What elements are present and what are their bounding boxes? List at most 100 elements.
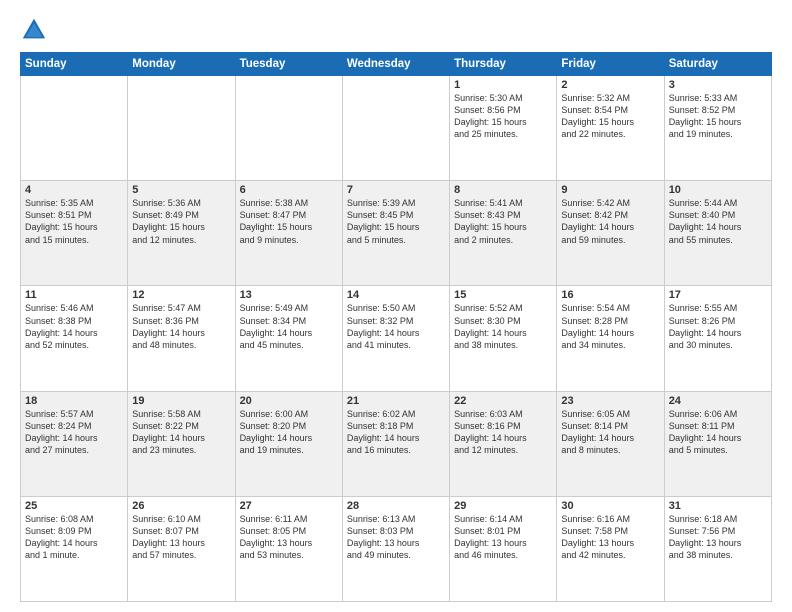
calendar-week-row: 18Sunrise: 5:57 AM Sunset: 8:24 PM Dayli… [21, 391, 772, 496]
day-number: 11 [25, 289, 123, 301]
day-info: Sunrise: 5:33 AM Sunset: 8:52 PM Dayligh… [669, 92, 767, 141]
calendar-cell: 26Sunrise: 6:10 AM Sunset: 8:07 PM Dayli… [128, 496, 235, 601]
day-info: Sunrise: 5:47 AM Sunset: 8:36 PM Dayligh… [132, 302, 230, 351]
calendar-cell [342, 76, 449, 181]
day-info: Sunrise: 5:58 AM Sunset: 8:22 PM Dayligh… [132, 408, 230, 457]
day-info: Sunrise: 5:54 AM Sunset: 8:28 PM Dayligh… [561, 302, 659, 351]
day-info: Sunrise: 5:57 AM Sunset: 8:24 PM Dayligh… [25, 408, 123, 457]
calendar-cell [21, 76, 128, 181]
calendar-cell: 13Sunrise: 5:49 AM Sunset: 8:34 PM Dayli… [235, 286, 342, 391]
calendar-cell: 15Sunrise: 5:52 AM Sunset: 8:30 PM Dayli… [450, 286, 557, 391]
day-number: 16 [561, 289, 659, 301]
day-number: 12 [132, 289, 230, 301]
calendar-cell: 29Sunrise: 6:14 AM Sunset: 8:01 PM Dayli… [450, 496, 557, 601]
calendar-cell: 24Sunrise: 6:06 AM Sunset: 8:11 PM Dayli… [664, 391, 771, 496]
day-number: 27 [240, 500, 338, 512]
day-number: 1 [454, 79, 552, 91]
day-number: 6 [240, 184, 338, 196]
calendar-header-row: SundayMondayTuesdayWednesdayThursdayFrid… [21, 53, 772, 76]
calendar-header-sunday: Sunday [21, 53, 128, 76]
day-number: 15 [454, 289, 552, 301]
calendar-cell: 22Sunrise: 6:03 AM Sunset: 8:16 PM Dayli… [450, 391, 557, 496]
calendar-header-thursday: Thursday [450, 53, 557, 76]
day-info: Sunrise: 6:18 AM Sunset: 7:56 PM Dayligh… [669, 513, 767, 562]
day-number: 3 [669, 79, 767, 91]
calendar-cell: 6Sunrise: 5:38 AM Sunset: 8:47 PM Daylig… [235, 181, 342, 286]
calendar-week-row: 11Sunrise: 5:46 AM Sunset: 8:38 PM Dayli… [21, 286, 772, 391]
day-number: 4 [25, 184, 123, 196]
calendar-cell: 23Sunrise: 6:05 AM Sunset: 8:14 PM Dayli… [557, 391, 664, 496]
day-number: 13 [240, 289, 338, 301]
day-info: Sunrise: 5:39 AM Sunset: 8:45 PM Dayligh… [347, 197, 445, 246]
day-number: 29 [454, 500, 552, 512]
day-info: Sunrise: 6:10 AM Sunset: 8:07 PM Dayligh… [132, 513, 230, 562]
calendar-cell: 2Sunrise: 5:32 AM Sunset: 8:54 PM Daylig… [557, 76, 664, 181]
day-info: Sunrise: 6:11 AM Sunset: 8:05 PM Dayligh… [240, 513, 338, 562]
day-number: 8 [454, 184, 552, 196]
day-number: 23 [561, 395, 659, 407]
calendar-week-row: 25Sunrise: 6:08 AM Sunset: 8:09 PM Dayli… [21, 496, 772, 601]
calendar-cell: 12Sunrise: 5:47 AM Sunset: 8:36 PM Dayli… [128, 286, 235, 391]
calendar-cell: 16Sunrise: 5:54 AM Sunset: 8:28 PM Dayli… [557, 286, 664, 391]
calendar-cell: 28Sunrise: 6:13 AM Sunset: 8:03 PM Dayli… [342, 496, 449, 601]
calendar-cell: 4Sunrise: 5:35 AM Sunset: 8:51 PM Daylig… [21, 181, 128, 286]
calendar-cell: 31Sunrise: 6:18 AM Sunset: 7:56 PM Dayli… [664, 496, 771, 601]
day-info: Sunrise: 5:49 AM Sunset: 8:34 PM Dayligh… [240, 302, 338, 351]
calendar-week-row: 4Sunrise: 5:35 AM Sunset: 8:51 PM Daylig… [21, 181, 772, 286]
calendar-cell [128, 76, 235, 181]
day-info: Sunrise: 5:42 AM Sunset: 8:42 PM Dayligh… [561, 197, 659, 246]
page: SundayMondayTuesdayWednesdayThursdayFrid… [0, 0, 792, 612]
calendar-cell: 20Sunrise: 6:00 AM Sunset: 8:20 PM Dayli… [235, 391, 342, 496]
day-number: 26 [132, 500, 230, 512]
day-number: 31 [669, 500, 767, 512]
day-info: Sunrise: 5:52 AM Sunset: 8:30 PM Dayligh… [454, 302, 552, 351]
calendar-cell [235, 76, 342, 181]
calendar-cell: 21Sunrise: 6:02 AM Sunset: 8:18 PM Dayli… [342, 391, 449, 496]
day-number: 24 [669, 395, 767, 407]
day-number: 9 [561, 184, 659, 196]
day-number: 14 [347, 289, 445, 301]
calendar-cell: 9Sunrise: 5:42 AM Sunset: 8:42 PM Daylig… [557, 181, 664, 286]
day-info: Sunrise: 5:32 AM Sunset: 8:54 PM Dayligh… [561, 92, 659, 141]
day-number: 22 [454, 395, 552, 407]
calendar-week-row: 1Sunrise: 5:30 AM Sunset: 8:56 PM Daylig… [21, 76, 772, 181]
day-number: 20 [240, 395, 338, 407]
header [20, 16, 772, 44]
day-info: Sunrise: 5:44 AM Sunset: 8:40 PM Dayligh… [669, 197, 767, 246]
calendar-cell: 10Sunrise: 5:44 AM Sunset: 8:40 PM Dayli… [664, 181, 771, 286]
day-number: 18 [25, 395, 123, 407]
calendar-header-tuesday: Tuesday [235, 53, 342, 76]
calendar-cell: 3Sunrise: 5:33 AM Sunset: 8:52 PM Daylig… [664, 76, 771, 181]
day-number: 7 [347, 184, 445, 196]
day-info: Sunrise: 5:41 AM Sunset: 8:43 PM Dayligh… [454, 197, 552, 246]
day-info: Sunrise: 6:05 AM Sunset: 8:14 PM Dayligh… [561, 408, 659, 457]
calendar-cell: 7Sunrise: 5:39 AM Sunset: 8:45 PM Daylig… [342, 181, 449, 286]
calendar-cell: 27Sunrise: 6:11 AM Sunset: 8:05 PM Dayli… [235, 496, 342, 601]
day-number: 2 [561, 79, 659, 91]
day-info: Sunrise: 5:38 AM Sunset: 8:47 PM Dayligh… [240, 197, 338, 246]
day-info: Sunrise: 6:03 AM Sunset: 8:16 PM Dayligh… [454, 408, 552, 457]
day-info: Sunrise: 6:13 AM Sunset: 8:03 PM Dayligh… [347, 513, 445, 562]
day-info: Sunrise: 5:50 AM Sunset: 8:32 PM Dayligh… [347, 302, 445, 351]
calendar-cell: 5Sunrise: 5:36 AM Sunset: 8:49 PM Daylig… [128, 181, 235, 286]
calendar-cell: 18Sunrise: 5:57 AM Sunset: 8:24 PM Dayli… [21, 391, 128, 496]
day-info: Sunrise: 5:55 AM Sunset: 8:26 PM Dayligh… [669, 302, 767, 351]
calendar-cell: 17Sunrise: 5:55 AM Sunset: 8:26 PM Dayli… [664, 286, 771, 391]
calendar-cell: 25Sunrise: 6:08 AM Sunset: 8:09 PM Dayli… [21, 496, 128, 601]
calendar-header-saturday: Saturday [664, 53, 771, 76]
calendar-cell: 30Sunrise: 6:16 AM Sunset: 7:58 PM Dayli… [557, 496, 664, 601]
day-info: Sunrise: 5:36 AM Sunset: 8:49 PM Dayligh… [132, 197, 230, 246]
day-info: Sunrise: 5:46 AM Sunset: 8:38 PM Dayligh… [25, 302, 123, 351]
logo [20, 16, 52, 44]
calendar-header-wednesday: Wednesday [342, 53, 449, 76]
calendar-cell: 11Sunrise: 5:46 AM Sunset: 8:38 PM Dayli… [21, 286, 128, 391]
day-number: 28 [347, 500, 445, 512]
day-number: 25 [25, 500, 123, 512]
calendar-cell: 14Sunrise: 5:50 AM Sunset: 8:32 PM Dayli… [342, 286, 449, 391]
calendar-cell: 8Sunrise: 5:41 AM Sunset: 8:43 PM Daylig… [450, 181, 557, 286]
day-number: 21 [347, 395, 445, 407]
day-info: Sunrise: 6:00 AM Sunset: 8:20 PM Dayligh… [240, 408, 338, 457]
calendar-cell: 1Sunrise: 5:30 AM Sunset: 8:56 PM Daylig… [450, 76, 557, 181]
day-number: 17 [669, 289, 767, 301]
day-info: Sunrise: 6:14 AM Sunset: 8:01 PM Dayligh… [454, 513, 552, 562]
